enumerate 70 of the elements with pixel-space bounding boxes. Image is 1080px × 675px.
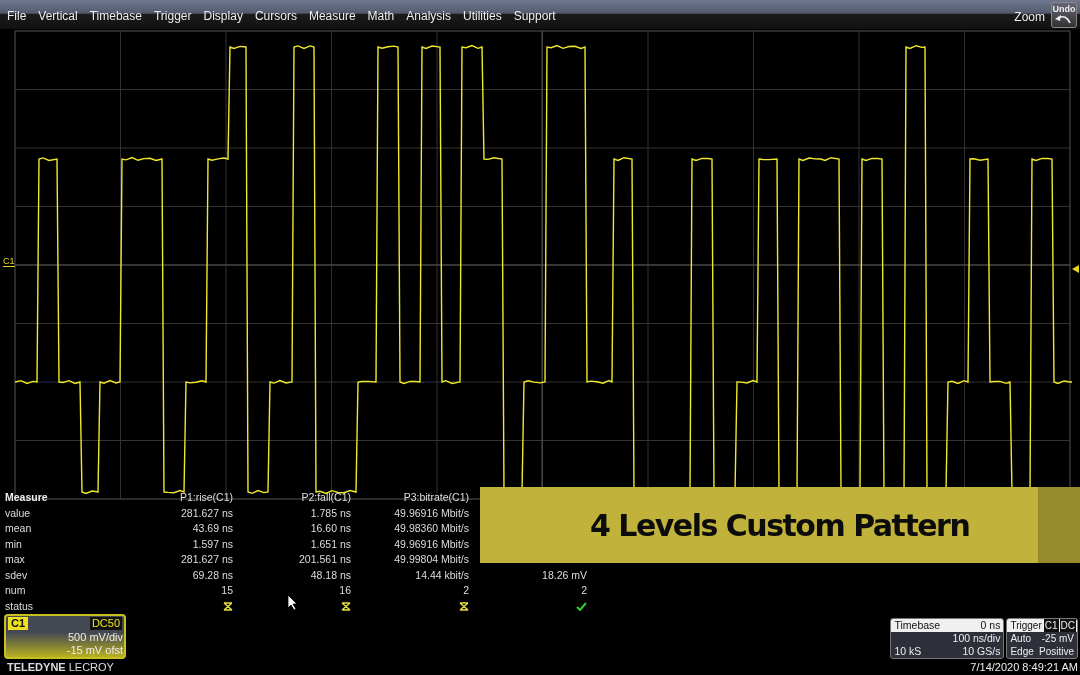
table-cell-text: 1.651 ns bbox=[309, 536, 351, 552]
table-cell-text: 15 bbox=[220, 583, 233, 598]
channel-descriptor[interactable]: C1 DC50 500 mV/div -15 mV ofst bbox=[4, 614, 126, 659]
table-cell-text: 16 bbox=[338, 583, 351, 598]
zoom-label[interactable]: Zoom bbox=[1014, 9, 1045, 24]
timebase-descriptor[interactable]: Timebase 0 ns 100 ns/div 10 kS 10 GS/s bbox=[890, 618, 1005, 659]
undo-arrow-icon bbox=[1054, 13, 1074, 24]
trigger-level: -25 mV bbox=[1041, 632, 1074, 645]
column-header: P3:bitrate(C1) bbox=[402, 490, 469, 505]
row-label: value bbox=[5, 505, 32, 521]
menu-item[interactable]: Trigger bbox=[153, 8, 198, 23]
table-cell-text: 16.60 ns bbox=[309, 521, 351, 536]
timebase-title: Timebase bbox=[894, 619, 941, 632]
channel-name: C1 bbox=[8, 617, 29, 630]
menu-item[interactable]: Measure bbox=[308, 8, 362, 23]
vertical-scale: 500 mV/div bbox=[66, 631, 124, 644]
table-cell-text: 281.627 ns bbox=[180, 505, 233, 521]
vertical-offset: -15 mV ofst bbox=[65, 644, 124, 657]
logo-name: LECROY bbox=[68, 661, 114, 673]
menu-item[interactable]: Analysis bbox=[406, 8, 457, 23]
menu-item[interactable]: File bbox=[7, 8, 33, 23]
menu-item[interactable]: Vertical bbox=[38, 8, 84, 23]
mouse-pointer-icon bbox=[287, 594, 299, 611]
row-label: max bbox=[5, 552, 26, 567]
table-cell-text: 2 bbox=[462, 583, 469, 598]
table-cell-text: 69.28 ns bbox=[191, 567, 233, 583]
date-time: 7/14/2020 8:49:21 AM bbox=[970, 661, 1078, 673]
menu-item[interactable]: Cursors bbox=[254, 8, 303, 23]
undo-button[interactable]: Undo bbox=[1051, 1, 1077, 28]
menu-item[interactable]: Math bbox=[367, 8, 401, 23]
table-cell-text: 1.597 ns bbox=[191, 536, 233, 552]
table-cell-text: 48.18 ns bbox=[309, 567, 351, 583]
table-cell-text: 14.44 kbit/s bbox=[414, 567, 469, 583]
trigger-slope: Positive bbox=[1039, 645, 1074, 658]
sample-count: 10 kS bbox=[894, 645, 922, 658]
menu-item[interactable]: Timebase bbox=[89, 8, 148, 23]
coupling-label: DC50 bbox=[89, 617, 122, 630]
table-cell-text: 49.98360 Mbit/s bbox=[393, 521, 469, 536]
banner-title: 4 Levels Custom Pattern bbox=[590, 507, 970, 543]
column-header: P1:rise(C1) bbox=[178, 490, 233, 505]
row-label: num bbox=[5, 583, 27, 598]
trigger-title: Trigger bbox=[1010, 619, 1042, 632]
menu-item[interactable]: Display bbox=[203, 8, 249, 23]
menu-item[interactable]: Utilities bbox=[462, 8, 508, 23]
trigger-source: C1 bbox=[1043, 619, 1059, 632]
trace-label: C1 bbox=[3, 257, 15, 268]
table-cell-text: 49.96916 Mbit/s bbox=[393, 536, 469, 552]
trigger-type: Edge bbox=[1010, 645, 1034, 658]
timebase-delay: 0 ns bbox=[980, 619, 1001, 632]
table-cell-text: 18.26 mV bbox=[541, 567, 587, 583]
timebase-scale: 100 ns/div bbox=[952, 632, 1001, 645]
sample-rate: 10 GS/s bbox=[962, 645, 1001, 658]
table-cell-text: 281.627 ns bbox=[180, 552, 233, 567]
logo-brand: TELEDYNE bbox=[7, 661, 66, 673]
menu-item[interactable]: Support bbox=[513, 8, 562, 23]
table-cell-text: 201.561 ns bbox=[298, 552, 351, 567]
table-cell-text: 43.69 ns bbox=[191, 521, 233, 536]
trigger-descriptor[interactable]: Trigger C1 DC Auto -25 mV Edge Positive bbox=[1006, 618, 1078, 659]
row-label: sdev bbox=[5, 567, 29, 583]
table-cell-text: 1.785 ns bbox=[309, 505, 351, 521]
trigger-mode: Auto bbox=[1010, 632, 1031, 645]
row-label: min bbox=[5, 536, 23, 552]
row-label: mean bbox=[5, 521, 33, 536]
table-cell-text: 49.96916 Mbit/s bbox=[393, 505, 469, 521]
table-cell-text: 49.99804 Mbit/s bbox=[393, 552, 469, 567]
row-label: status bbox=[5, 598, 34, 614]
table-cell-text: 2 bbox=[580, 583, 587, 598]
column-header: P2:fall(C1) bbox=[300, 490, 351, 505]
measure-title: Measure bbox=[5, 490, 49, 505]
trigger-coupling: DC bbox=[1059, 619, 1076, 632]
